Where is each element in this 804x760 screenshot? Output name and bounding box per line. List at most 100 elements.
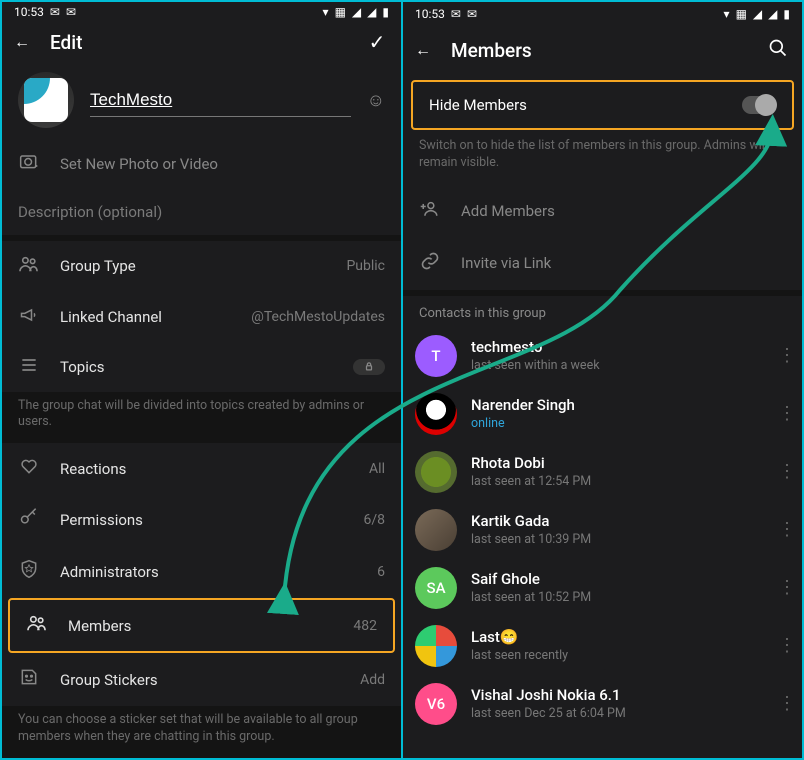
member-row[interactable]: Ttechmesto last seen within a week ⋮ bbox=[403, 327, 802, 385]
group-avatar[interactable] bbox=[18, 72, 74, 128]
shield-icon bbox=[18, 559, 40, 584]
stickers-value: Add bbox=[360, 672, 385, 688]
hide-members-row[interactable]: Hide Members bbox=[411, 80, 794, 130]
emoji-icon[interactable]: ☺ bbox=[367, 90, 385, 111]
add-members-row[interactable]: Add Members bbox=[403, 186, 802, 237]
member-row[interactable]: Rhota Dobilast seen at 12:54 PM⋮ bbox=[403, 443, 802, 501]
member-avatar: T bbox=[415, 335, 457, 377]
administrators-row[interactable]: Administrators 6 bbox=[2, 545, 401, 598]
megaphone-icon bbox=[18, 306, 40, 329]
set-photo-row[interactable]: Set New Photo or Video bbox=[2, 138, 401, 189]
member-avatar bbox=[415, 393, 457, 435]
more-icon[interactable]: ⋮ bbox=[778, 693, 790, 714]
confirm-button[interactable]: ✓ bbox=[365, 30, 389, 54]
member-name: Narender Singh bbox=[471, 396, 764, 414]
permissions-value: 6/8 bbox=[363, 512, 385, 528]
group-name-input[interactable] bbox=[90, 84, 351, 117]
stickers-row[interactable]: Group Stickers Add bbox=[2, 653, 401, 706]
member-row[interactable]: V6 Vishal Joshi Nokia 6.1 last seen Dec 25… bbox=[403, 675, 802, 733]
edit-title: Edit bbox=[50, 31, 345, 54]
battery-icon: ▮ bbox=[382, 5, 389, 19]
members-row[interactable]: Members 482 bbox=[8, 598, 395, 653]
key-icon bbox=[18, 508, 40, 531]
reactions-label: Reactions bbox=[60, 460, 349, 478]
more-icon[interactable]: ⋮ bbox=[778, 577, 790, 598]
member-name: Vishal Joshi Nokia 6.1 bbox=[471, 686, 764, 704]
back-button[interactable]: ← bbox=[14, 32, 30, 52]
member-name: Last😁 bbox=[471, 628, 764, 646]
signal-icon: ◢ bbox=[352, 5, 361, 19]
reactions-row[interactable]: Reactions All bbox=[2, 443, 401, 494]
members-screen: 10:53 ✉ ✉ ▾ ▦ ◢ ◢ ▮ ← Members Hide Membe… bbox=[403, 2, 802, 758]
people-icon bbox=[18, 255, 40, 278]
hide-members-toggle[interactable] bbox=[742, 96, 776, 114]
camera-icon bbox=[18, 152, 40, 175]
member-status: last seen Dec 25 at 6:04 PM bbox=[471, 706, 764, 721]
member-status: last seen at 12:54 PM bbox=[471, 474, 764, 489]
signal-icon: ◢ bbox=[753, 7, 762, 21]
set-photo-label: Set New Photo or Video bbox=[60, 155, 385, 173]
member-avatar: V6 bbox=[415, 683, 457, 725]
add-members-label: Add Members bbox=[461, 202, 786, 220]
more-icon[interactable]: ⋮ bbox=[778, 345, 790, 366]
members-title: Members bbox=[451, 39, 746, 62]
member-avatar: SA bbox=[415, 567, 457, 609]
member-status: online bbox=[471, 416, 764, 431]
member-row[interactable]: SA Saif Ghole last seen at 10:52 PM ⋮ bbox=[403, 559, 802, 617]
group-type-value: Public bbox=[346, 258, 385, 274]
more-icon[interactable]: ⋮ bbox=[778, 461, 790, 482]
administrators-value: 6 bbox=[377, 564, 385, 580]
stickers-hint: You can choose a sticker set that will b… bbox=[2, 706, 401, 758]
status-mail-icon: ✉ bbox=[66, 5, 76, 19]
status-bar: 10:53 ✉ ✉ ▾ ▦ ◢ ◢ ▮ bbox=[2, 2, 401, 22]
invite-link-row[interactable]: Invite via Link bbox=[403, 237, 802, 290]
group-type-row[interactable]: Group Type Public bbox=[2, 241, 401, 292]
signal2-icon: ◢ bbox=[768, 7, 777, 21]
group-name-section: ☺ bbox=[2, 62, 401, 138]
description-input[interactable]: Description (optional) bbox=[2, 189, 401, 235]
hide-members-hint: Switch on to hide the list of members in… bbox=[403, 130, 802, 186]
linked-channel-row[interactable]: Linked Channel @TechMestoUpdates bbox=[2, 292, 401, 343]
status-mail-icon: ✉ bbox=[467, 7, 477, 21]
member-row[interactable]: Last😁last seen recently⋮ bbox=[403, 617, 802, 675]
member-status: last seen at 10:39 PM bbox=[471, 532, 764, 547]
linked-channel-value: @TechMestoUpdates bbox=[251, 309, 385, 325]
stickers-label: Group Stickers bbox=[60, 671, 340, 689]
member-avatar bbox=[415, 451, 457, 493]
edit-header: ← Edit ✓ bbox=[2, 22, 401, 62]
member-avatar bbox=[415, 509, 457, 551]
members-label: Members bbox=[68, 617, 333, 635]
back-button[interactable]: ← bbox=[415, 40, 431, 60]
member-name: techmesto bbox=[471, 338, 764, 356]
status-msg-icon: ✉ bbox=[451, 7, 461, 21]
link-icon bbox=[419, 251, 441, 276]
status-time: 10:53 bbox=[415, 7, 445, 21]
hide-members-label: Hide Members bbox=[429, 96, 527, 114]
member-status: last seen at 10:52 PM bbox=[471, 590, 764, 605]
topics-hint: The group chat will be divided into topi… bbox=[2, 392, 401, 444]
signal2-icon: ◢ bbox=[367, 5, 376, 19]
calc-icon: ▦ bbox=[335, 5, 346, 19]
status-msg-icon: ✉ bbox=[50, 5, 60, 19]
members-value: 482 bbox=[353, 618, 377, 634]
member-avatar bbox=[415, 625, 457, 667]
member-row[interactable]: Narender Singh online ⋮ bbox=[403, 385, 802, 443]
more-icon[interactable]: ⋮ bbox=[778, 403, 790, 424]
linked-channel-label: Linked Channel bbox=[60, 308, 231, 326]
more-icon[interactable]: ⋮ bbox=[778, 635, 790, 656]
member-status: last seen within a week bbox=[471, 358, 764, 373]
search-button[interactable] bbox=[766, 38, 790, 63]
topics-row[interactable]: Topics bbox=[2, 343, 401, 392]
more-icon[interactable]: ⋮ bbox=[778, 519, 790, 540]
members-list: Ttechmestolast seen within a week⋮Narend… bbox=[403, 327, 802, 733]
permissions-row[interactable]: Permissions 6/8 bbox=[2, 494, 401, 545]
member-name: Saif Ghole bbox=[471, 570, 764, 588]
topics-label: Topics bbox=[60, 358, 333, 376]
status-time: 10:53 bbox=[14, 5, 44, 19]
contacts-header: Contacts in this group bbox=[403, 296, 802, 327]
sticker-icon bbox=[18, 667, 40, 692]
topics-toggle[interactable] bbox=[353, 359, 385, 375]
heart-icon bbox=[18, 457, 40, 480]
battery-icon: ▮ bbox=[783, 7, 790, 21]
member-row[interactable]: Kartik Gadalast seen at 10:39 PM⋮ bbox=[403, 501, 802, 559]
